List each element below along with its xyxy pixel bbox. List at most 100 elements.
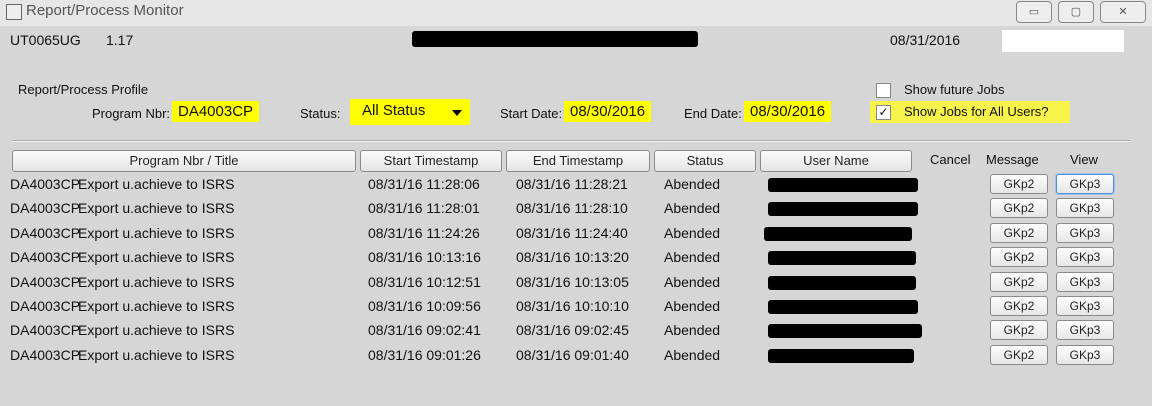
column-header-cancel: Cancel: [930, 152, 971, 167]
row-program-nbr: DA4003CP: [10, 322, 81, 339]
redacted-user-name: [768, 324, 922, 339]
column-header-status[interactable]: Status: [654, 150, 756, 172]
row-status: Abended: [664, 346, 721, 363]
table-row[interactable]: DA4003CP Export u.achieve to ISRS 08/31/16…: [0, 222, 1152, 245]
row-end-timestamp: 08/31/16 10:10:10: [516, 298, 629, 314]
message-button[interactable]: GKp2: [990, 174, 1048, 194]
redacted-user-name: [768, 202, 918, 217]
redacted-user-name: [768, 178, 918, 192]
program-nbr-field[interactable]: DA4003CP: [172, 101, 260, 122]
message-button[interactable]: GKp2: [990, 296, 1048, 316]
show-all-users-checkbox[interactable]: ✓: [876, 105, 891, 120]
show-future-checkbox[interactable]: [876, 83, 891, 98]
row-start-timestamp: 08/31/16 09:01:26: [368, 346, 481, 363]
row-title: Export u.achieve to ISRS: [78, 249, 235, 266]
status-select-value: All Status: [362, 102, 426, 119]
message-button[interactable]: GKp2: [990, 320, 1048, 341]
row-program-nbr: DA4003CP: [10, 273, 81, 290]
row-status: Abended: [664, 224, 721, 241]
row-title: Export u.achieve to ISRS: [78, 322, 235, 339]
row-status: Abended: [664, 273, 721, 290]
view-button[interactable]: GKp3: [1056, 198, 1114, 219]
column-header-message: Message: [986, 152, 1039, 167]
status-select[interactable]: All Status: [350, 99, 470, 125]
start-date-field[interactable]: 08/30/2016: [564, 101, 652, 122]
minimize-button[interactable]: ▭: [1016, 1, 1052, 23]
start-date-label: Start Date:: [500, 106, 563, 121]
show-future-label: Show future Jobs: [904, 82, 1005, 97]
redacted-user-name: [768, 275, 916, 290]
row-status: Abended: [664, 200, 721, 217]
redacted-user-name: [764, 226, 912, 241]
window-title: Report/Process Monitor: [26, 2, 184, 19]
row-program-nbr: DA4003CP: [10, 224, 81, 241]
row-title: Export u.achieve to ISRS: [78, 273, 235, 290]
row-program-nbr: DA4003CP: [10, 298, 81, 314]
column-header-start[interactable]: Start Timestamp: [360, 150, 502, 172]
maximize-button[interactable]: ▢: [1058, 1, 1094, 23]
row-start-timestamp: 08/31/16 10:13:16: [368, 249, 481, 266]
row-program-nbr: DA4003CP: [10, 200, 81, 217]
row-program-nbr: DA4003CP: [10, 249, 81, 266]
view-button[interactable]: GKp3: [1056, 344, 1114, 365]
chevron-down-icon: [452, 110, 462, 116]
row-end-timestamp: 08/31/16 11:24:40: [516, 224, 628, 241]
redacted-user-name: [768, 348, 914, 363]
profile-section-label: Report/Process Profile: [18, 82, 149, 97]
column-header-user[interactable]: User Name: [760, 150, 912, 172]
row-title: Export u.achieve to ISRS: [78, 200, 235, 217]
row-status: Abended: [664, 249, 721, 266]
message-button[interactable]: GKp2: [990, 247, 1048, 268]
view-button[interactable]: GKp3: [1056, 222, 1114, 243]
row-start-timestamp: 08/31/16 11:28:06: [368, 176, 480, 192]
redacted-user-name: [768, 300, 918, 314]
table-row[interactable]: DA4003CP Export u.achieve to ISRS 08/31/16…: [0, 247, 1152, 269]
row-title: Export u.achieve to ISRS: [78, 176, 235, 192]
row-end-timestamp: 08/31/16 11:28:10: [516, 200, 628, 217]
row-status: Abended: [664, 298, 721, 314]
close-button[interactable]: ✕: [1100, 1, 1146, 23]
row-start-timestamp: 08/31/16 10:09:56: [368, 298, 481, 314]
message-button[interactable]: GKp2: [990, 271, 1048, 292]
view-button[interactable]: GKp3: [1056, 271, 1114, 292]
row-start-timestamp: 08/31/16 09:02:41: [368, 322, 481, 339]
table-row[interactable]: DA4003CP Export u.achieve to ISRS 08/31/16…: [0, 296, 1152, 318]
blank-field: [1002, 30, 1124, 52]
current-date: 08/31/2016: [890, 32, 961, 48]
message-button[interactable]: GKp2: [990, 198, 1048, 219]
column-header-view: View: [1070, 152, 1098, 167]
app-icon: [6, 4, 22, 20]
message-button[interactable]: GKp2: [990, 222, 1048, 243]
row-title: Export u.achieve to ISRS: [78, 224, 235, 241]
row-program-nbr: DA4003CP: [10, 346, 81, 363]
table-row[interactable]: DA4003CP Export u.achieve to ISRS 08/31/16…: [0, 174, 1152, 196]
end-date-label: End Date:: [684, 106, 742, 121]
column-header-end[interactable]: End Timestamp: [506, 150, 650, 172]
view-button[interactable]: GKp3: [1056, 174, 1114, 194]
status-label: Status:: [300, 106, 341, 121]
title-bar: Report/Process Monitor ▭ ▢ ✕: [0, 0, 1152, 26]
show-all-users-label: Show Jobs for All Users?: [904, 104, 1049, 119]
table-row[interactable]: DA4003CP Export u.achieve to ISRS 08/31/16…: [0, 198, 1152, 220]
row-start-timestamp: 08/31/16 10:12:51: [368, 273, 481, 290]
row-end-timestamp: 08/31/16 09:02:45: [516, 322, 629, 339]
view-button[interactable]: GKp3: [1056, 247, 1114, 268]
view-button[interactable]: GKp3: [1056, 296, 1114, 316]
end-date-field[interactable]: 08/30/2016: [744, 101, 832, 122]
table-row[interactable]: DA4003CP Export u.achieve to ISRS 08/31/16…: [0, 344, 1152, 367]
form-id: UT0065UG: [10, 32, 81, 48]
row-program-nbr: DA4003CP: [10, 176, 81, 192]
row-end-timestamp: 08/31/16 11:28:21: [516, 176, 628, 192]
row-title: Export u.achieve to ISRS: [78, 346, 235, 363]
message-button[interactable]: GKp2: [990, 344, 1048, 365]
column-header-program[interactable]: Program Nbr / Title: [12, 150, 356, 172]
view-button[interactable]: GKp3: [1056, 320, 1114, 341]
program-nbr-label: Program Nbr:: [92, 106, 171, 121]
row-start-timestamp: 08/31/16 11:24:26: [368, 224, 480, 241]
redacted-title: [412, 31, 698, 47]
row-status: Abended: [664, 176, 721, 192]
row-end-timestamp: 08/31/16 10:13:05: [516, 273, 629, 290]
row-status: Abended: [664, 322, 721, 339]
table-row[interactable]: DA4003CP Export u.achieve to ISRS 08/31/16…: [0, 271, 1152, 294]
table-row[interactable]: DA4003CP Export u.achieve to ISRS 08/31/16…: [0, 320, 1152, 342]
